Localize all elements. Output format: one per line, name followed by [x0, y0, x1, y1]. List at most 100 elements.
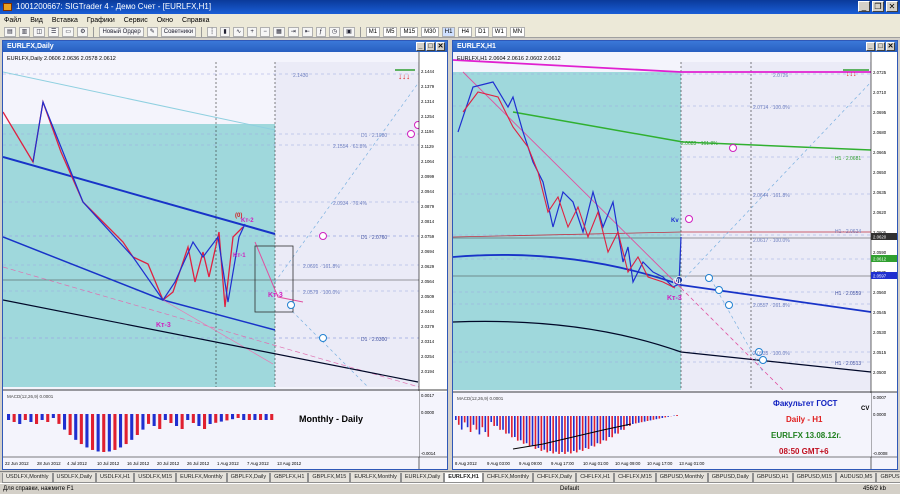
chart-tab[interactable]: GBPUSD,M15 — [792, 472, 837, 483]
menu-charts[interactable]: Графики — [87, 17, 115, 24]
macd-bar — [525, 416, 528, 444]
chart-close-button[interactable]: ✕ — [886, 42, 895, 51]
menu-view[interactable]: Вид — [30, 17, 43, 24]
timeframe-w1[interactable]: W1 — [491, 26, 507, 37]
zoom-in-icon[interactable]: + — [247, 26, 258, 37]
svg-text:↓↓↓: ↓↓↓ — [846, 71, 857, 78]
chart-tab[interactable]: USDLFX,H1 — [95, 472, 135, 483]
chart-tab[interactable]: CHFLFX,H1 — [576, 472, 615, 483]
chart-tab[interactable]: GBPUSD,H1 — [752, 472, 793, 483]
chart-window-daily[interactable]: EURLFX,Daily _ □ ✕ ↓↓↓ EURLFX,Daily 2.06… — [2, 40, 448, 470]
menu-window[interactable]: Окно — [157, 17, 173, 24]
close-button[interactable]: ✕ — [886, 1, 898, 12]
macd-bar — [522, 416, 525, 444]
timeframe-d1[interactable]: D1 — [475, 26, 489, 37]
chart-tab[interactable]: GBPUSD,Daily — [707, 472, 753, 483]
macd-bar — [208, 414, 212, 424]
menu-help[interactable]: Справка — [182, 17, 209, 24]
wave-label-kt3-low: Kт-3 — [156, 322, 171, 329]
macd-bar — [564, 416, 566, 454]
menu-tools[interactable]: Сервис — [124, 17, 148, 24]
advisors-label: Советники — [163, 28, 194, 35]
macd-bar — [514, 416, 516, 437]
menu-insert[interactable]: Вставка — [52, 17, 78, 24]
chart-tab[interactable]: CHFLFX,Monthly — [482, 472, 534, 483]
brand-line-4: 08:50 GMT+6 — [779, 447, 829, 456]
daily-ohlc-header: EURLFX,Daily 2.0606 2.0636 2.0578 2.0612 — [7, 56, 116, 62]
daily-date-tick: 16 Jul 2012 — [127, 461, 150, 466]
navigator-icon[interactable]: ☰ — [48, 26, 60, 37]
wave-label-kt1: Kт-1 — [233, 253, 246, 259]
macd-bar — [561, 416, 563, 452]
chart-maximize-button[interactable]: □ — [876, 42, 885, 51]
timeframe-m1[interactable]: M1 — [365, 26, 381, 37]
chart-maximize-button[interactable]: □ — [426, 42, 435, 51]
timeframe-h1[interactable]: H1 — [441, 26, 456, 37]
timeframe-mn[interactable]: MN — [509, 26, 526, 37]
chart-tab[interactable]: GBPUSD,Monthly — [655, 472, 708, 483]
wave-label-kv: Kv — [671, 218, 679, 224]
chart-tab[interactable]: AUDUSD,M5 — [836, 472, 877, 483]
templates-icon[interactable]: ▣ — [343, 26, 355, 37]
tester-icon[interactable]: ⚙ — [77, 26, 89, 37]
timeframe-m15[interactable]: M15 — [400, 26, 419, 37]
indicators-icon[interactable]: ƒ — [315, 26, 326, 37]
macd-bar — [135, 414, 139, 435]
minimize-button[interactable]: _ — [858, 1, 870, 12]
chart-minimize-button[interactable]: _ — [416, 42, 425, 51]
terminal-icon[interactable]: ▭ — [62, 26, 75, 37]
macd-bar — [596, 416, 599, 444]
chart-tab[interactable]: CHFLFX,Daily — [533, 472, 577, 483]
shift-icon[interactable]: ⇤ — [301, 26, 313, 37]
autoscroll-icon[interactable]: ⇥ — [287, 26, 299, 37]
macd-bar — [18, 414, 22, 424]
macd-bar — [253, 414, 257, 420]
level-label-h1-7: 2.0617 · 100.0% — [753, 238, 790, 244]
daily-chart-canvas[interactable]: ↓↓↓ EURLFX,Daily 2.0606 2.0636 2.0578 2.… — [3, 52, 447, 469]
new-chart-icon[interactable]: ▤ — [4, 26, 16, 37]
chart-window-h1[interactable]: EURLFX,H1 _ □ ✕ ↓↓↓ EURLFX,H1 2.0604 2.0… — [452, 40, 898, 470]
brand-line-2: Daily - H1 — [786, 415, 823, 424]
brand-line-3: EURLFX 13.08.12г. — [771, 431, 841, 440]
line-chart-icon[interactable]: ∿ — [233, 26, 245, 37]
macd-bar — [584, 416, 587, 448]
candle-chart-icon[interactable]: ▮ — [220, 26, 231, 37]
chart-minimize-button[interactable]: _ — [866, 42, 875, 51]
advisors-button[interactable]: Советники — [160, 26, 197, 37]
chart-tab[interactable]: EURLFX,Monthly — [350, 472, 401, 483]
daily-date-tick: 13 Aug 2012 — [277, 461, 302, 466]
chart-tab[interactable]: GBPLFX,H1 — [270, 472, 309, 483]
chart-tab[interactable]: CHFLFX,M15 — [614, 472, 656, 483]
macd-bar — [528, 416, 531, 447]
timeframe-m5[interactable]: M5 — [383, 26, 398, 37]
timeframe-h4[interactable]: H4 — [458, 26, 473, 37]
restore-button[interactable]: ❐ — [872, 1, 884, 12]
chart-tab[interactable]: EURLFX,Daily — [400, 472, 445, 483]
daily-macd-tick: 0.0017 — [421, 393, 435, 398]
chart-tab[interactable]: USDLFX,Monthly — [2, 472, 53, 483]
macd-bar — [602, 416, 605, 441]
chart-tab[interactable]: EURLFX,H1 — [444, 472, 483, 483]
h1-chart-canvas[interactable]: ↓↓↓ EURLFX,H1 2.0604 2.0616 2.0602 2.061… — [453, 52, 897, 469]
chart-tab[interactable]: USDLFX,M15 — [134, 472, 177, 483]
chart-close-button[interactable]: ✕ — [436, 42, 445, 51]
chart-tab[interactable]: GBPLFX,M15 — [308, 472, 351, 483]
chart-tab[interactable]: EURLFX,Monthly — [176, 472, 227, 483]
periods-icon[interactable]: ◷ — [328, 26, 341, 37]
profiles-icon[interactable]: ▥ — [18, 26, 31, 37]
chart-tab[interactable]: USDLFX,Daily — [52, 472, 96, 483]
chart-tab[interactable]: GBPUSD,H4 — [876, 472, 900, 483]
timeframe-m30[interactable]: M30 — [421, 26, 439, 37]
tile-icon[interactable]: ▦ — [273, 26, 285, 37]
menu-file[interactable]: Файл — [4, 17, 21, 24]
meta-editor-icon[interactable]: ✎ — [146, 26, 158, 37]
macd-bar — [225, 414, 229, 421]
macd-bar — [186, 414, 190, 420]
macd-bar — [578, 416, 581, 450]
new-order-button[interactable]: Новый Ордер — [99, 26, 144, 37]
market-watch-icon[interactable]: ◫ — [33, 26, 46, 37]
h1-macd-tick: 0.0007 — [873, 395, 887, 400]
chart-tab[interactable]: GBPLFX,Daily — [226, 472, 271, 483]
zoom-out-icon[interactable]: − — [260, 26, 271, 37]
bar-chart-icon[interactable]: ┆ — [207, 26, 218, 37]
